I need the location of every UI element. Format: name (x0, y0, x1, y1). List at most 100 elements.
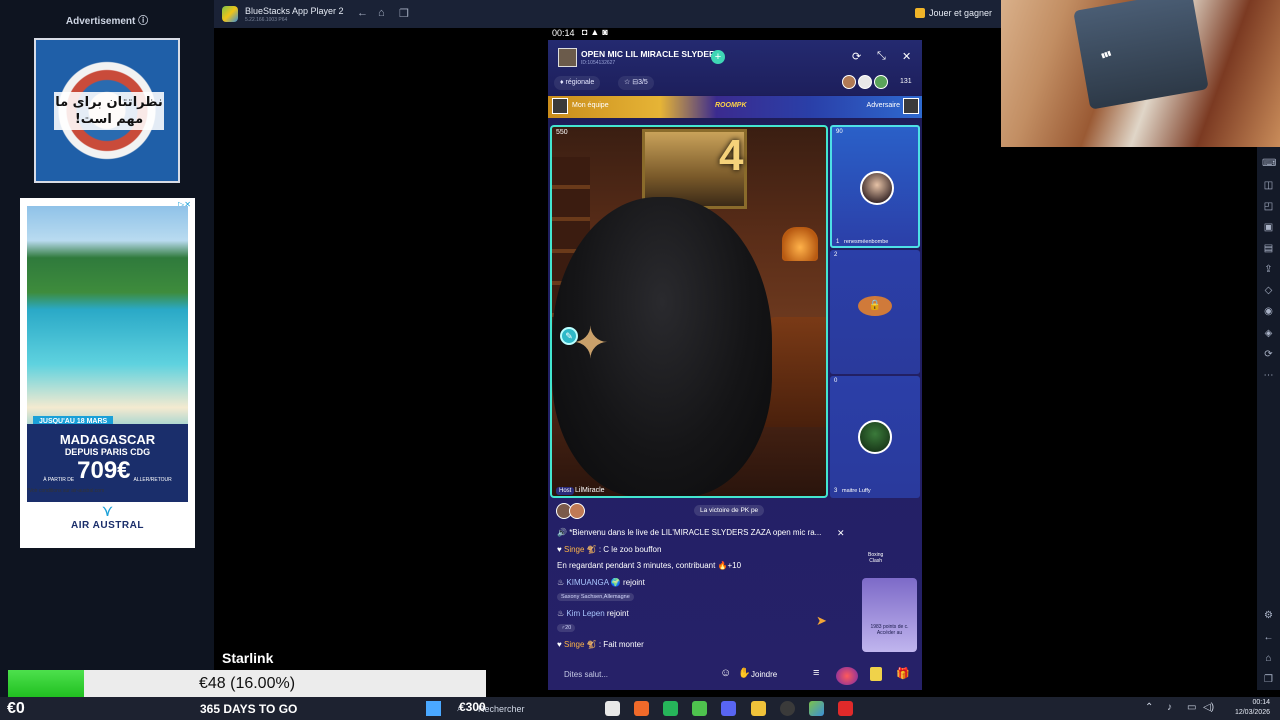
status-icons: ◘▲◙ (582, 27, 611, 37)
join-icon: ♨ (557, 609, 567, 618)
opponent-avatar (903, 98, 919, 114)
discord-icon[interactable] (721, 701, 736, 716)
location-icon[interactable]: ◉ (1262, 305, 1275, 318)
viewer-count[interactable]: 131 (900, 78, 912, 85)
level-badge: ♂20 (557, 624, 576, 632)
back-icon[interactable]: ← (1262, 631, 1275, 644)
obs-icon[interactable] (780, 701, 795, 716)
windows-taskbar: ⌕ Rechercher ⌃ ♪ ▭ ◁) 00:14 12/03/2026 (0, 697, 1280, 720)
host-video[interactable]: ✦ 4 550 ✎ Host LilMiracle (550, 125, 828, 498)
chat-username[interactable]: Singe 🐒 (564, 640, 597, 649)
boxing-clash-icon[interactable]: Boxing Clash (868, 552, 883, 564)
promo-banner[interactable]: 1983 points de c. Accéder au (862, 578, 917, 652)
minimize-icon[interactable]: ⤡ (877, 50, 886, 63)
game-icon[interactable] (836, 667, 858, 685)
chat-text: rejoint (620, 578, 645, 587)
network-icon[interactable]: ▭ (1187, 702, 1196, 713)
home-icon[interactable]: ⌂ (1262, 652, 1275, 665)
tray-chevron-icon[interactable]: ⌃ (1145, 702, 1153, 713)
close-icon[interactable]: ✕ (902, 50, 911, 63)
pk-battle-bar: Mon équipe ROOMPK Adversaire (548, 96, 922, 118)
recent-icon[interactable]: ❐ (1262, 673, 1275, 686)
chat-input[interactable]: Dites salut... (556, 666, 716, 684)
app-icon[interactable] (692, 701, 707, 716)
gift-icon[interactable]: 🎁 (896, 667, 910, 680)
microphone-icon[interactable]: ♪ (1167, 702, 1172, 713)
clash-label: Clash (869, 558, 883, 564)
close-welcome-icon[interactable]: ✕ (837, 528, 845, 539)
chat-text: rejoint (604, 609, 629, 618)
clock-date: 12/03/2026 (1234, 709, 1270, 716)
chat-message: ♨ KIMUANGA 🌍 rejoint (557, 578, 645, 587)
eco-mode-icon[interactable]: ◇ (1262, 284, 1275, 297)
days-to-go: 365 DAYS TO GO (200, 702, 298, 716)
my-team-label: Mon équipe (572, 102, 609, 109)
taskbar-clock[interactable]: 00:14 12/03/2026 (1226, 698, 1270, 718)
chat-message: ♥ Singe 🐒 : C le zoo bouffon (557, 545, 661, 554)
windows-start-icon[interactable] (426, 701, 441, 716)
refresh-icon[interactable]: ⟳ (852, 50, 861, 63)
layers-icon[interactable]: ◈ (1262, 327, 1275, 340)
bluestacks-title: BlueStacks App Player 2 (245, 6, 344, 16)
location-badge: Saxony Sachsen,Allemagne (557, 593, 634, 601)
card-icon[interactable] (870, 667, 882, 681)
menu-icon[interactable]: ≡ (813, 667, 819, 679)
media-app-icon[interactable] (663, 701, 678, 716)
bluestacks-taskbar-icon[interactable] (809, 701, 824, 716)
pin-icon[interactable]: ✎ (560, 327, 578, 345)
viewer-avatars[interactable] (842, 75, 888, 89)
recent-apps-icon[interactable]: ❐ (399, 7, 409, 20)
persian-ad-banner[interactable]: نظراتتان برای ما مهم است! (34, 38, 180, 183)
bluestacks-sidebar: ⌨ ◫ ◰ ▣ ▤ ⇪ ◇ ◉ ◈ ⟳ ⋯ ⚙ ← ⌂ ❐ (1257, 147, 1280, 690)
chat-username[interactable]: KIMUANGA 🌍 (566, 578, 620, 587)
media-icon[interactable]: ▤ (1262, 242, 1275, 255)
record-icon[interactable]: ▣ (1262, 221, 1275, 234)
clock-time: 00:14 (1252, 699, 1270, 706)
mouse-cursor-icon: ➤ (816, 613, 827, 628)
room-avatar[interactable] (558, 48, 577, 67)
pk-victory-banner[interactable]: La victoire de PK pe (694, 505, 765, 516)
stars-chip[interactable]: ☆ ⊟3/5 (618, 76, 654, 90)
gamepad-icon[interactable]: ◫ (1262, 179, 1275, 192)
status-time: 00:14 (552, 28, 575, 38)
ad-headline: MADAGASCAR (59, 432, 156, 447)
back-arrow-icon[interactable]: ← (357, 7, 368, 19)
play-and-earn-button[interactable]: Jouer et gagner (914, 8, 992, 18)
install-apk-icon[interactable]: ⇪ (1262, 263, 1275, 276)
guest-seat-2[interactable]: 2 🔒 (830, 250, 920, 374)
madagascar-ad[interactable]: ▷✕ JUSQU'AU 18 MARS MADAGASCAR DEPUIS PA… (20, 198, 195, 548)
ad-price-row: À PARTIR DE 709€ ALLER/RETOUR (27, 459, 188, 484)
opponent-label: Adversaire (866, 102, 900, 109)
goal-start-amount: €0 (7, 700, 25, 717)
lock-icon: 🔒 (858, 296, 892, 316)
chat-text: En regardant pendant 3 minutes, contribu… (557, 561, 742, 570)
chat-message: En regardant pendant 3 minutes, contribu… (557, 561, 741, 570)
brave-icon[interactable] (634, 701, 649, 716)
more-icon[interactable]: ⋯ (1262, 369, 1275, 382)
goal-bonus-amount: €300 (459, 700, 486, 714)
macro-icon[interactable]: ⟳ (1262, 348, 1275, 361)
video-app-icon[interactable] (838, 701, 853, 716)
screenshot-icon[interactable]: ◰ (1262, 200, 1275, 213)
file-explorer-icon[interactable] (605, 701, 620, 716)
speaker-icon: 🔊 (557, 528, 570, 537)
region-chip[interactable]: ♦ régionale (554, 76, 601, 90)
wave-hand-icon[interactable]: ✋ (738, 668, 750, 679)
roompk-logo: ROOMPK (715, 102, 747, 109)
follow-room-button[interactable]: + (711, 50, 725, 64)
seat-number: 3 (834, 488, 838, 494)
guest-seat-3[interactable]: 0 3 maitre Luffy (830, 376, 920, 498)
chat-username[interactable]: Singe 🐒 (564, 545, 597, 554)
volume-icon[interactable]: ◁) (1203, 702, 1214, 713)
chat-username[interactable]: Kim Lepen (566, 609, 604, 618)
home-icon[interactable]: ⌂ (378, 7, 385, 19)
join-button[interactable]: Joindre (751, 670, 777, 679)
keyboard-icon[interactable]: ⌨ (1262, 157, 1276, 170)
settings-icon[interactable]: ⚙ (1262, 609, 1275, 622)
emoji-icon[interactable]: ☺ (720, 667, 731, 679)
guest-seat-1[interactable]: 90 1 renesméenbombe (830, 125, 920, 248)
jumpman-logo-icon: ✦ (572, 319, 609, 368)
folder-icon[interactable] (751, 701, 766, 716)
host-name[interactable]: LilMiracle (575, 487, 605, 494)
chat-top-avatars[interactable] (556, 503, 585, 519)
